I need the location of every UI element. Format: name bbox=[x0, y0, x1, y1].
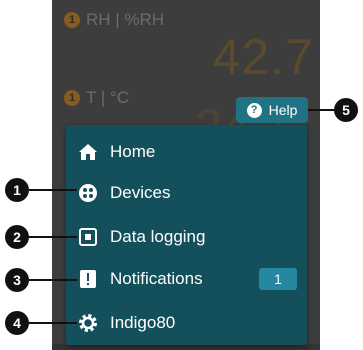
menu-item-label: Devices bbox=[110, 183, 171, 202]
callout-leader bbox=[29, 322, 77, 324]
menu-item-devices[interactable]: Devices bbox=[66, 173, 307, 213]
help-button[interactable]: ? Help bbox=[236, 97, 308, 123]
alert-icon bbox=[78, 269, 98, 289]
home-icon bbox=[78, 142, 98, 162]
menu-item-indigo80[interactable]: Indigo80 bbox=[66, 303, 307, 343]
temp-label: T | °C bbox=[86, 88, 130, 107]
menu-item-label: Data logging bbox=[110, 227, 206, 246]
navigation-menu: Home Devices Data logging Notifications … bbox=[66, 125, 307, 345]
menu-item-label: Notifications bbox=[110, 269, 203, 288]
callout-leader bbox=[29, 279, 77, 281]
callout-4: 4 bbox=[5, 311, 29, 335]
devices-icon bbox=[78, 183, 98, 203]
notifications-count-badge: 1 bbox=[259, 268, 297, 290]
menu-item-notifications[interactable]: Notifications 1 bbox=[66, 259, 307, 299]
menu-item-data-logging[interactable]: Data logging bbox=[66, 217, 307, 257]
callout-2: 2 bbox=[5, 225, 29, 249]
callout-leader bbox=[29, 236, 77, 238]
reading-badge: 1 bbox=[64, 90, 80, 106]
menu-item-label: Indigo80 bbox=[110, 313, 176, 332]
callout-3: 3 bbox=[5, 268, 29, 292]
help-label: Help bbox=[268, 102, 298, 118]
gear-icon bbox=[78, 313, 98, 333]
callout-1: 1 bbox=[5, 178, 29, 202]
callout-leader bbox=[308, 109, 334, 111]
data-logging-icon bbox=[78, 227, 98, 247]
menu-item-home[interactable]: Home bbox=[66, 132, 307, 172]
callout-5: 5 bbox=[334, 98, 358, 122]
question-circle-icon: ? bbox=[246, 102, 262, 118]
temp-reading-label: 1 T | °C bbox=[64, 88, 129, 108]
rh-label: RH | %RH bbox=[86, 10, 165, 29]
callout-leader bbox=[29, 189, 77, 191]
rh-value: 42.7 bbox=[212, 29, 314, 85]
rh-reading-label: 1 RH | %RH bbox=[64, 10, 164, 30]
menu-item-label: Home bbox=[110, 142, 156, 161]
reading-badge: 1 bbox=[64, 12, 80, 28]
